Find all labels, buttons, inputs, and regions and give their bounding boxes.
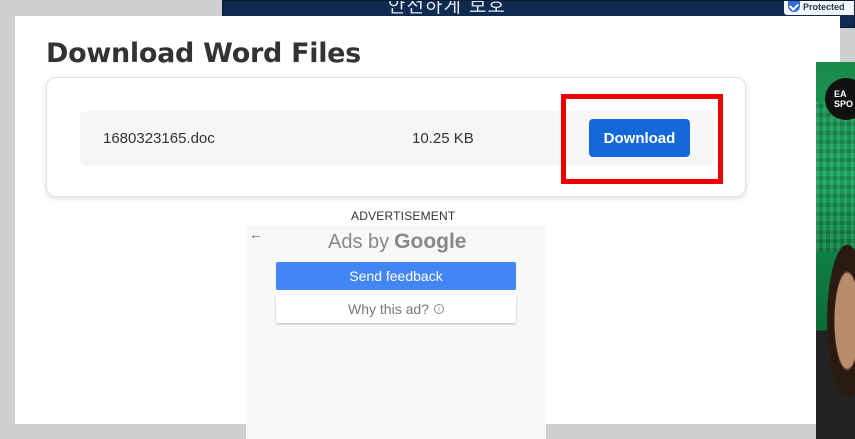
protected-badge: Protected bbox=[784, 1, 854, 15]
shield-check-icon bbox=[788, 1, 800, 12]
advertisement-label: ADVERTISEMENT bbox=[351, 209, 456, 223]
why-this-ad-button[interactable]: Why this ad? i bbox=[276, 295, 516, 323]
info-icon: i bbox=[433, 304, 444, 314]
side-ad-image bbox=[816, 242, 855, 439]
download-button[interactable]: Download bbox=[589, 119, 690, 157]
protected-label: Protected bbox=[803, 2, 845, 12]
send-feedback-button[interactable]: Send feedback bbox=[276, 262, 516, 290]
file-name: 1680323165.doc bbox=[103, 130, 215, 147]
side-ad-pattern bbox=[816, 102, 855, 252]
ads-by-label: Ads by bbox=[328, 231, 390, 253]
google-logo: Google bbox=[394, 230, 467, 253]
back-arrow-icon[interactable]: ← bbox=[249, 226, 263, 242]
why-this-ad-label: Why this ad? bbox=[348, 301, 429, 317]
page-title: Download Word Files bbox=[46, 38, 361, 69]
side-banner-ad[interactable]: EA SPO bbox=[816, 62, 855, 439]
file-size: 10.25 KB bbox=[412, 130, 474, 147]
ads-by-google: Ads by Google bbox=[328, 230, 467, 254]
google-ad-box: ← Ads by Google Send feedback Why this a… bbox=[246, 225, 546, 439]
